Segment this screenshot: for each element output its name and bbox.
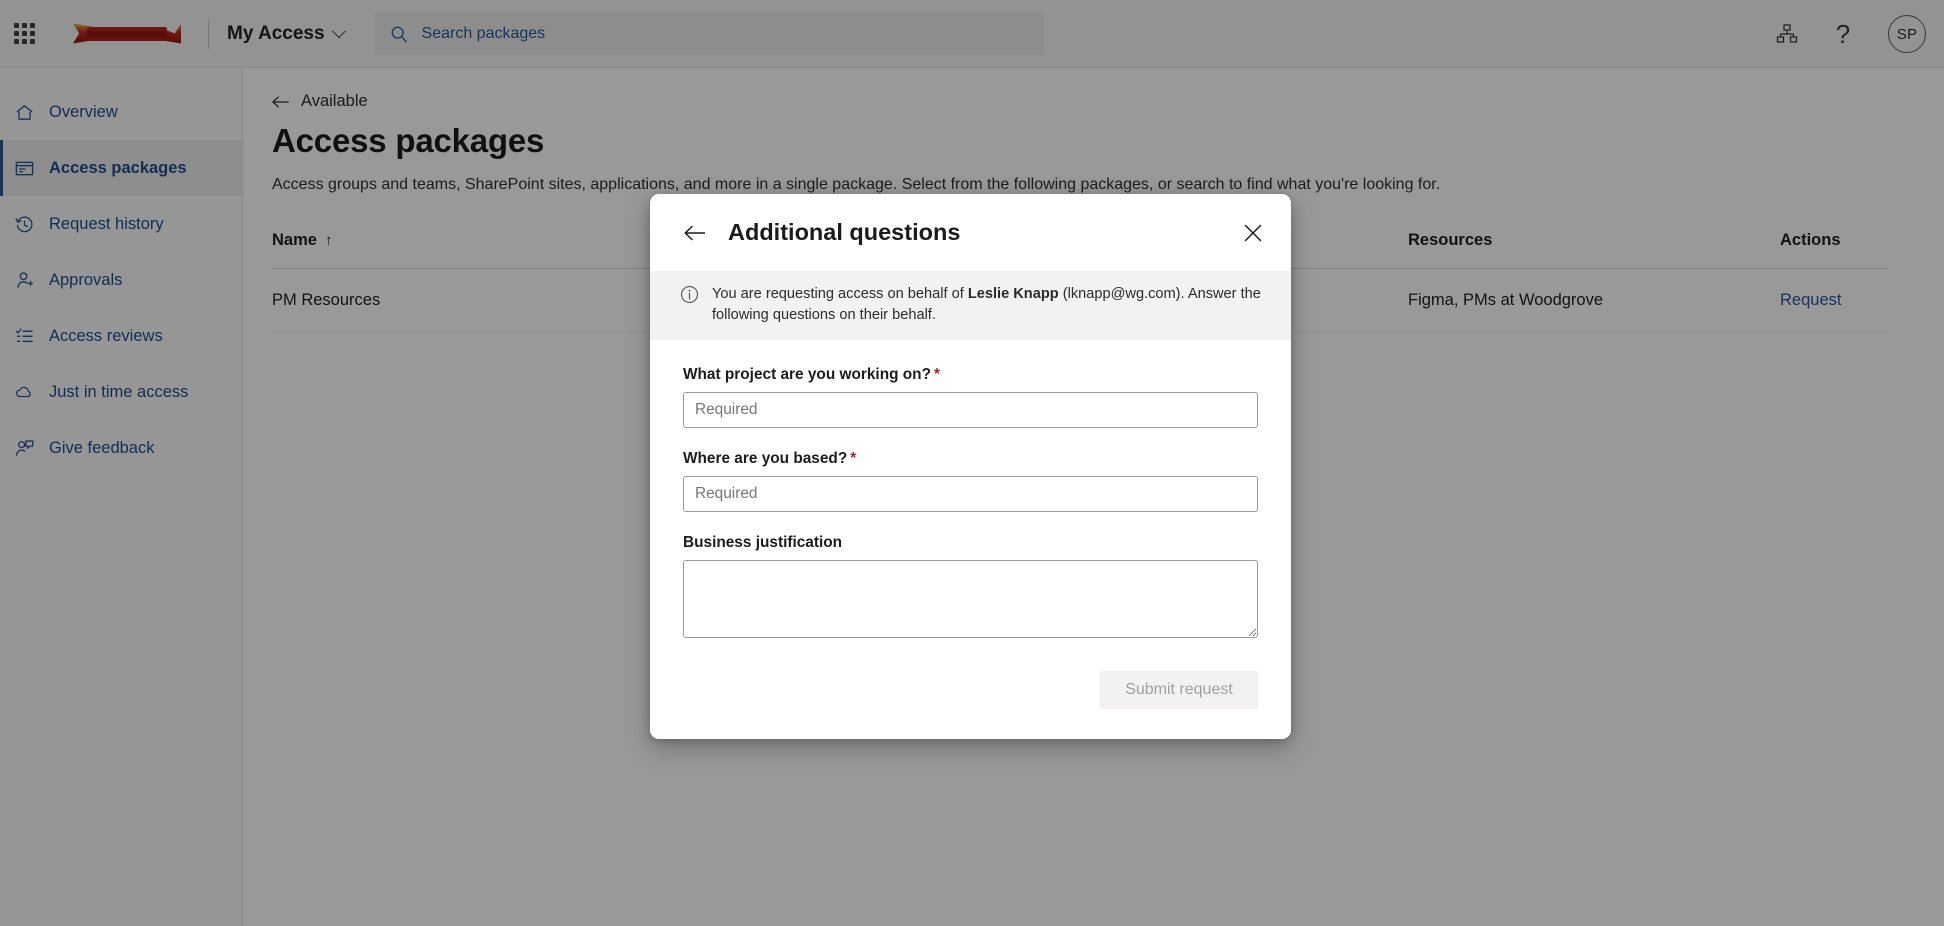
on-behalf-of-text: You are requesting access on behalf of L…: [712, 284, 1261, 325]
banner-person-name: Leslie Knapp: [968, 286, 1059, 302]
close-button[interactable]: [1239, 219, 1267, 247]
dialog-header: Additional questions: [650, 194, 1291, 271]
banner-text-before: You are requesting access on behalf of: [712, 286, 968, 302]
dialog-footer: Submit request: [650, 643, 1291, 739]
dialog-body: What project are you working on?* Where …: [650, 340, 1291, 643]
on-behalf-of-banner: You are requesting access on behalf of L…: [650, 271, 1291, 340]
field-project-input[interactable]: [683, 392, 1258, 428]
required-asterisk: *: [934, 366, 940, 383]
field-based-input[interactable]: [683, 476, 1258, 512]
info-circle-icon: [680, 285, 699, 304]
submit-request-button[interactable]: Submit request: [1100, 671, 1258, 709]
field-business-justification-textarea[interactable]: [683, 560, 1258, 638]
required-asterisk: *: [850, 450, 856, 467]
field-project-label-text: What project are you working on?: [683, 366, 931, 383]
dialog-title: Additional questions: [728, 219, 1239, 246]
additional-questions-dialog: Additional questions You are requesting …: [650, 194, 1291, 739]
app-root: My Access Search packages: [0, 0, 1944, 926]
field-business-justification-label: Business justification: [683, 534, 1258, 552]
close-icon: [1243, 223, 1263, 243]
field-business-justification: Business justification: [683, 534, 1258, 638]
field-project-label: What project are you working on?*: [683, 366, 1258, 384]
field-project: What project are you working on?*: [683, 366, 1258, 428]
field-based-label-text: Where are you based?: [683, 450, 847, 467]
field-based-label: Where are you based?*: [683, 450, 1258, 468]
field-based: Where are you based?*: [683, 450, 1258, 512]
back-arrow-icon[interactable]: [684, 225, 706, 241]
